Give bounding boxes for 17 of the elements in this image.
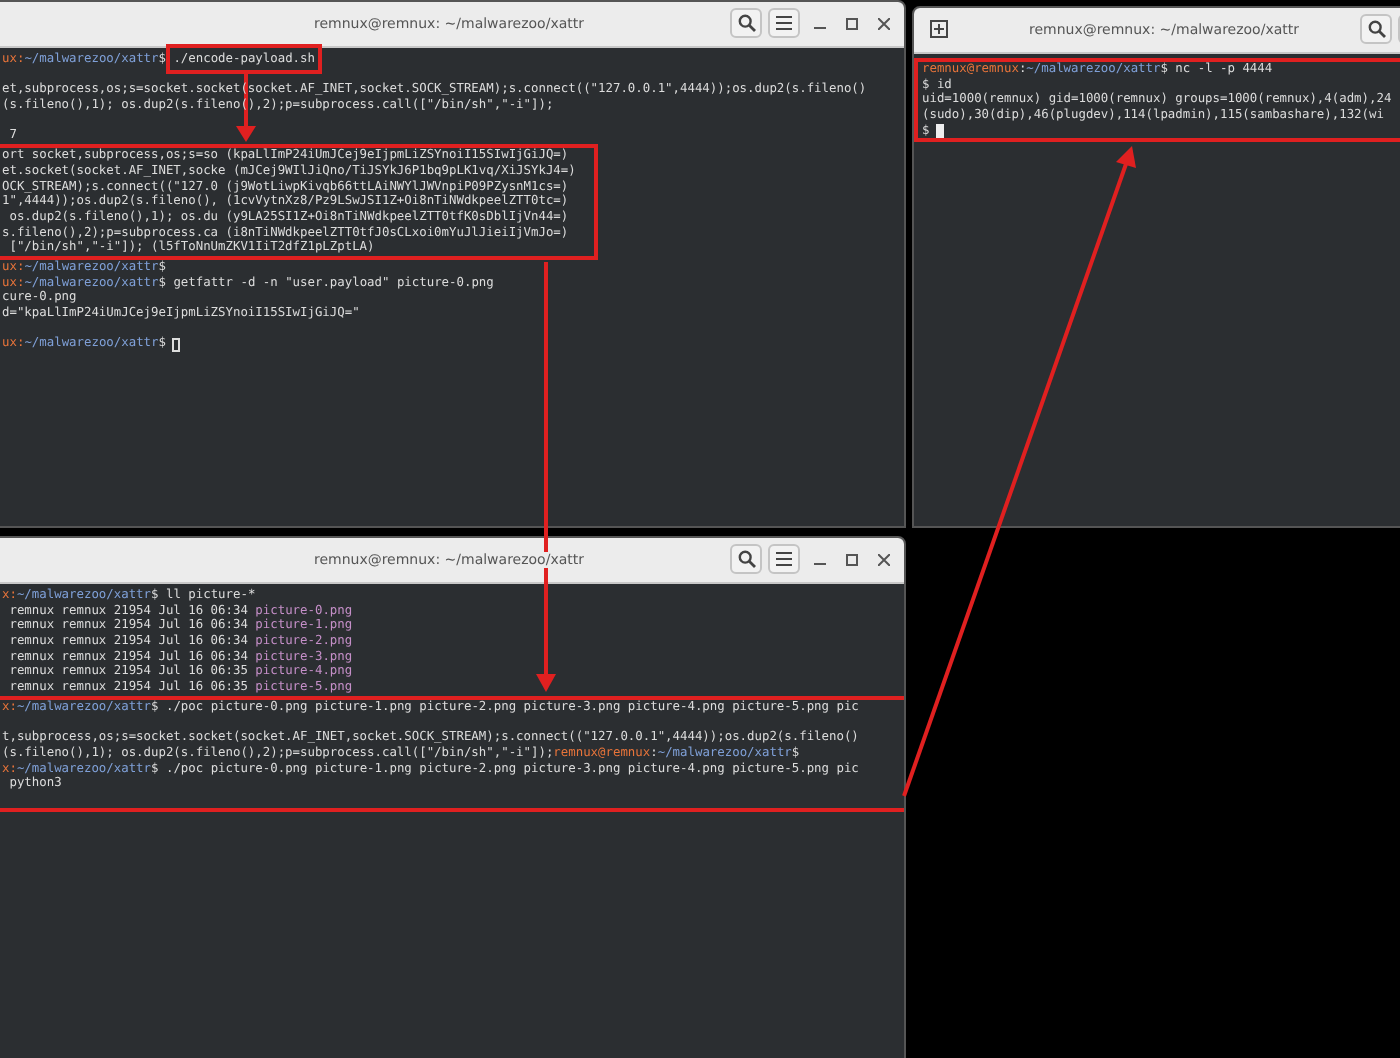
cursor-icon xyxy=(935,124,944,139)
search-icon xyxy=(737,550,755,568)
menu-button[interactable] xyxy=(768,544,800,574)
menu-button[interactable] xyxy=(768,8,800,38)
cursor-icon xyxy=(171,337,180,352)
maximize-icon xyxy=(845,17,857,29)
close-icon xyxy=(877,553,889,565)
plus-icon xyxy=(929,20,947,38)
search-button[interactable] xyxy=(730,544,762,574)
close-icon xyxy=(877,17,889,29)
maximize-icon xyxy=(845,553,857,565)
search-icon xyxy=(1367,20,1385,38)
search-icon xyxy=(737,14,755,32)
menu-icon xyxy=(776,16,792,30)
search-button[interactable] xyxy=(730,8,762,38)
search-button[interactable] xyxy=(1360,14,1392,44)
menu-icon xyxy=(776,552,792,566)
